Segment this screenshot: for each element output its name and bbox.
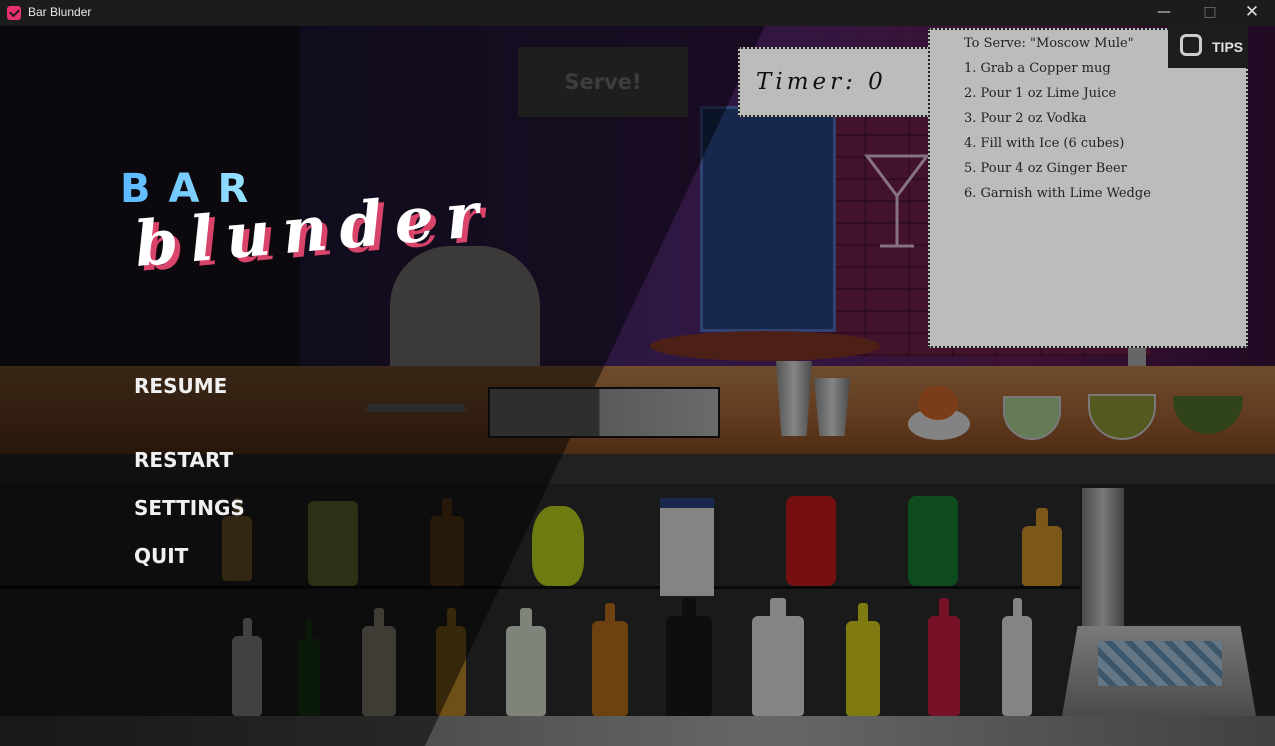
window-title: Bar Blunder bbox=[28, 5, 92, 19]
simple-syrup-bottle[interactable] bbox=[1002, 598, 1032, 716]
liquor-bottle-6[interactable] bbox=[436, 608, 466, 716]
tips-checkbox[interactable] bbox=[1180, 34, 1202, 56]
orange-garnish[interactable] bbox=[918, 386, 958, 420]
ice-dispenser-pipe bbox=[1082, 488, 1124, 648]
whiskey-bottle[interactable] bbox=[666, 598, 712, 716]
serve-button[interactable]: Serve! bbox=[518, 47, 688, 117]
pour-gauge[interactable] bbox=[488, 387, 720, 438]
app-icon bbox=[7, 6, 21, 20]
cola-can[interactable] bbox=[786, 496, 836, 586]
timer-label: Timer: 0 bbox=[756, 69, 887, 95]
agave-syrup[interactable] bbox=[1022, 508, 1062, 586]
liquor-bottle-5[interactable] bbox=[362, 608, 396, 716]
liquor-bottle-3[interactable] bbox=[232, 618, 262, 716]
recipe-step: 6. Garnish with Lime Wedge bbox=[964, 186, 1151, 201]
customer bbox=[390, 246, 540, 371]
resume-button[interactable]: RESUME bbox=[134, 374, 227, 398]
liquor-bottle-2[interactable] bbox=[430, 498, 464, 586]
gin-bottle[interactable] bbox=[506, 608, 546, 716]
recipe-step: 1. Grab a Copper mug bbox=[964, 61, 1111, 76]
cocktail-shaker-large[interactable] bbox=[776, 361, 812, 436]
liquor-bottle-1[interactable] bbox=[222, 498, 252, 581]
kahlua-bottle[interactable] bbox=[592, 603, 628, 716]
olive-jar[interactable] bbox=[308, 501, 358, 586]
recipe-step: 4. Fill with Ice (6 cubes) bbox=[964, 136, 1125, 151]
half-and-half-carton[interactable] bbox=[660, 498, 714, 596]
syrup-bottle-red[interactable] bbox=[928, 598, 960, 716]
timer-panel: Timer: 0 bbox=[738, 47, 930, 117]
quit-button[interactable]: QUIT bbox=[134, 544, 188, 568]
minimize-icon[interactable]: — bbox=[1141, 0, 1187, 26]
background-table bbox=[650, 331, 880, 361]
liqueur-bottle[interactable] bbox=[752, 598, 804, 716]
window-titlebar: Bar Blunder — □ ✕ bbox=[0, 0, 1275, 26]
restart-button[interactable]: RESTART bbox=[134, 448, 233, 472]
sprite-can[interactable] bbox=[908, 496, 958, 586]
back-bar-shelf bbox=[700, 106, 836, 332]
lime-juice[interactable] bbox=[532, 506, 584, 586]
recipe-heading: To Serve: "Moscow Mule" bbox=[964, 36, 1134, 51]
ice-cubes[interactable] bbox=[1098, 641, 1222, 686]
juice-bottle[interactable] bbox=[846, 603, 880, 716]
settings-button[interactable]: SETTINGS bbox=[134, 496, 245, 520]
close-icon[interactable]: ✕ bbox=[1229, 0, 1275, 26]
recipe-step: 3. Pour 2 oz Vodka bbox=[964, 111, 1087, 126]
liquor-bottle-4[interactable] bbox=[298, 620, 320, 716]
recipe-step: 2. Pour 1 oz Lime Juice bbox=[964, 86, 1117, 101]
shelf-divider bbox=[0, 586, 1080, 589]
cocktail-shaker-small[interactable] bbox=[814, 378, 850, 436]
bar-spoon[interactable] bbox=[366, 404, 466, 412]
recipe-step: 5. Pour 4 oz Ginger Beer bbox=[964, 161, 1127, 176]
counter-bottom-strip bbox=[0, 716, 1275, 746]
tips-label: TIPS bbox=[1212, 39, 1244, 55]
tips-toggle[interactable]: TIPS bbox=[1168, 26, 1248, 68]
maximize-icon[interactable]: □ bbox=[1187, 0, 1233, 26]
neon-martini-sign bbox=[864, 154, 930, 248]
recipe-panel: To Serve: "Moscow Mule" 1. Grab a Copper… bbox=[928, 28, 1248, 348]
